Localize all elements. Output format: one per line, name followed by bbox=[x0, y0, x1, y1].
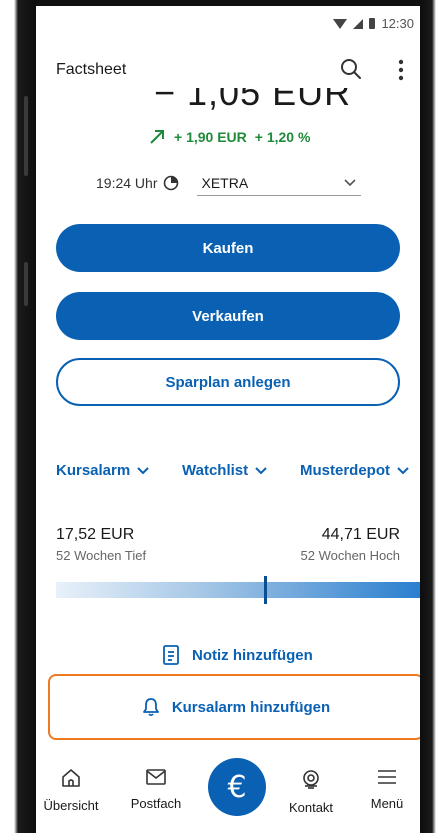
home-icon bbox=[62, 769, 80, 787]
change-percent: + 1,20 % bbox=[254, 129, 311, 145]
wifi-icon bbox=[333, 18, 348, 29]
range-high: 44,71 EUR 52 Wochen Hoch bbox=[301, 526, 401, 563]
nav-inbox-label: Postfach bbox=[130, 796, 182, 811]
status-icons: 12:30 bbox=[333, 16, 414, 31]
range-52w-bar bbox=[56, 576, 420, 604]
range-low: 17,52 EUR 52 Wochen Tief bbox=[56, 526, 146, 563]
trend-up-icon bbox=[150, 130, 164, 144]
more-options-button[interactable] bbox=[396, 58, 406, 82]
phone-side-button bbox=[24, 262, 28, 306]
nav-overview-label: Übersicht bbox=[43, 798, 99, 813]
low-52w-value: 17,52 EUR bbox=[56, 526, 135, 543]
kursalarm-dropdown[interactable]: Kursalarm bbox=[56, 462, 150, 479]
nav-contact-label: Kontakt bbox=[288, 800, 334, 815]
price-change: + 1,90 EUR + 1,20 % bbox=[148, 128, 310, 146]
change-absolute: + 1,90 EUR bbox=[174, 129, 247, 145]
nav-overview[interactable]: Übersicht bbox=[36, 768, 106, 813]
signal-icon bbox=[353, 18, 364, 29]
price-clip: − 1,05 EUR bbox=[36, 88, 420, 110]
high-52w-value: 44,71 EUR bbox=[321, 526, 400, 543]
add-kursalarm-label: Kursalarm hinzufügen bbox=[171, 698, 331, 716]
bell-icon bbox=[142, 698, 159, 717]
status-bar: 12:30 bbox=[36, 6, 420, 42]
mail-icon bbox=[146, 769, 166, 785]
add-note-link[interactable]: Notiz hinzufügen bbox=[162, 644, 313, 666]
clock-icon bbox=[164, 175, 179, 191]
phone-side-button bbox=[24, 96, 28, 176]
phone-frame-left bbox=[0, 0, 36, 833]
contact-icon bbox=[303, 770, 319, 789]
watchlist-label: Watchlist bbox=[182, 462, 249, 479]
page-title: Factsheet bbox=[56, 61, 127, 78]
chevron-down-icon bbox=[397, 466, 409, 474]
nav-contact[interactable]: Kontakt bbox=[276, 768, 346, 815]
note-icon bbox=[163, 645, 179, 665]
status-time: 12:30 bbox=[381, 16, 414, 31]
quote-time: 19:24 Uhr bbox=[96, 175, 158, 191]
musterdepot-label: Musterdepot bbox=[299, 462, 390, 479]
nav-menu-label: Menü bbox=[370, 796, 404, 811]
exchange-select[interactable]: XETRA bbox=[197, 170, 362, 196]
savings-plan-button[interactable]: Sparplan anlegen bbox=[56, 358, 400, 406]
current-price: − 1,05 EUR bbox=[154, 88, 352, 110]
phone-frame-right bbox=[420, 0, 436, 833]
chevron-down-icon bbox=[255, 466, 267, 474]
chevron-down-icon bbox=[137, 466, 149, 474]
more-vertical-icon bbox=[398, 59, 404, 81]
nav-menu[interactable]: Menü bbox=[352, 768, 420, 811]
exchange-row: 19:24 Uhr XETRA bbox=[96, 170, 362, 196]
add-note-label: Notiz hinzufügen bbox=[192, 646, 313, 664]
musterdepot-dropdown[interactable]: Musterdepot bbox=[300, 462, 410, 479]
euro-icon: € bbox=[227, 769, 247, 805]
kursalarm-label: Kursalarm bbox=[56, 462, 131, 479]
sell-button[interactable]: Verkaufen bbox=[56, 292, 400, 340]
action-dropdowns: Kursalarm Watchlist Musterdepot bbox=[56, 462, 410, 479]
euro-action-button[interactable]: € bbox=[208, 758, 266, 816]
app-bar: Factsheet bbox=[36, 46, 420, 94]
search-icon bbox=[341, 59, 361, 79]
battery-icon bbox=[369, 18, 376, 29]
exchange-value: XETRA bbox=[201, 174, 249, 191]
low-52w-label: 52 Wochen Tief bbox=[56, 548, 147, 563]
range-current-marker bbox=[263, 576, 267, 604]
chevron-down-icon bbox=[344, 178, 357, 186]
bottom-navigation: Übersicht Postfach € Kontakt Menü bbox=[36, 758, 420, 833]
buy-button[interactable]: Kaufen bbox=[56, 224, 400, 272]
search-button[interactable] bbox=[338, 56, 364, 82]
nav-inbox[interactable]: Postfach bbox=[121, 768, 191, 811]
add-kursalarm-button[interactable]: Kursalarm hinzufügen bbox=[48, 674, 420, 740]
watchlist-dropdown[interactable]: Watchlist bbox=[182, 462, 268, 479]
hamburger-icon bbox=[378, 770, 396, 784]
phone-screen: 12:30 Factsheet − 1,05 EUR + 1,90 EUR + … bbox=[36, 6, 420, 833]
high-52w-label: 52 Wochen Hoch bbox=[300, 548, 401, 563]
